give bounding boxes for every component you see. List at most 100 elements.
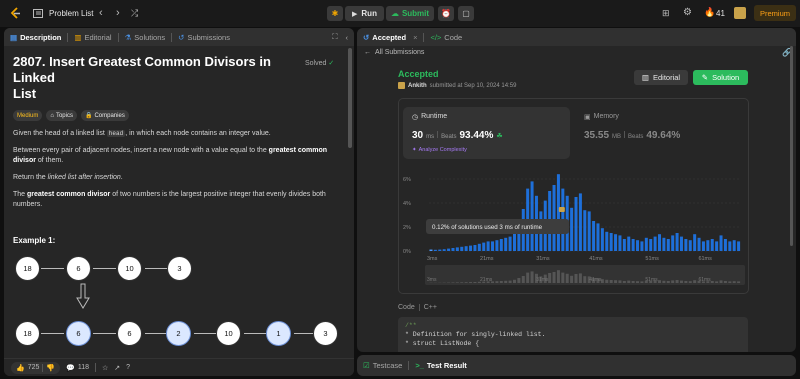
submit-button[interactable]: ☁ Submit	[386, 6, 434, 21]
list-node: 10	[216, 321, 241, 346]
leetcode-logo[interactable]	[9, 7, 21, 20]
chart-bar	[578, 193, 582, 251]
fire-icon[interactable]: 🔥	[704, 7, 715, 18]
comments-button[interactable]: 💬 118	[66, 364, 89, 372]
range-bar	[570, 275, 574, 283]
code-block[interactable]: /** * Definition for singly-linked list.…	[398, 317, 748, 352]
play-icon: ▶	[352, 10, 358, 18]
shuffle-icon[interactable]: ⤮	[131, 8, 138, 19]
note-icon: ▢	[462, 9, 470, 18]
chevron-left-icon[interactable]: ‹	[99, 7, 103, 19]
range-bar	[583, 276, 587, 283]
chart-bar	[644, 237, 648, 251]
scrollbar[interactable]	[790, 46, 793, 246]
range-tick-label: 21ms	[480, 277, 493, 283]
chart-bar	[653, 236, 657, 251]
range-bar	[618, 280, 622, 283]
chart-bar	[640, 241, 644, 251]
share-icon[interactable]: ↗	[114, 364, 120, 372]
chart-bar	[442, 249, 446, 251]
runtime-box[interactable]: ◷ Runtime 30 ms Beats 93.44% ☘ ✦ Analyze C…	[403, 107, 570, 159]
analyze-complexity-link[interactable]: ✦ Analyze Complexity	[412, 147, 467, 153]
editorial-button[interactable]: ▥ Editorial	[634, 70, 688, 85]
x-tick-label: 51ms	[645, 256, 659, 262]
run-button[interactable]: ▶ Run	[345, 6, 384, 21]
runtime-value: 30	[412, 130, 424, 141]
y-tick-label: 6%	[403, 177, 411, 183]
debug-button[interactable]: ✱	[327, 6, 343, 21]
comment-icon: 💬	[66, 364, 75, 372]
list-icon[interactable]	[33, 9, 43, 18]
chart-bar	[587, 211, 591, 251]
star-icon[interactable]: ☆	[102, 364, 108, 372]
range-bar	[521, 276, 525, 283]
range-bar	[530, 271, 534, 283]
range-bar	[710, 281, 714, 283]
solution-button[interactable]: ✎ Solution	[693, 70, 748, 85]
chart-bar	[495, 240, 499, 251]
y-tick-label: 4%	[403, 201, 411, 207]
terminal-icon: >_	[415, 361, 424, 370]
chart-bar	[477, 243, 481, 251]
tab-testcase[interactable]: ☑ Testcase	[357, 355, 408, 376]
thumbs-down-icon[interactable]: 👎	[46, 364, 55, 372]
chart-bar	[636, 240, 640, 251]
like-button[interactable]: 👍 725 👎	[11, 361, 61, 374]
range-bar	[464, 282, 468, 283]
stats-card: ◷ Runtime 30 ms Beats 93.44% ☘ ✦ Analyze C…	[398, 98, 749, 294]
range-bar	[473, 282, 477, 283]
range-bar	[469, 282, 473, 283]
all-submissions-link[interactable]: ← All Submissions	[364, 49, 424, 56]
chart-bar	[737, 241, 741, 251]
range-bar	[737, 281, 741, 283]
chart-bar	[710, 239, 714, 251]
range-bar	[662, 280, 666, 283]
chart-bar	[723, 239, 727, 251]
premium-button[interactable]: Premium	[754, 5, 796, 21]
test-panel: ☑ Testcase >_ Test Result	[357, 355, 796, 376]
clock-icon: ◷	[412, 114, 419, 121]
chart-bar	[429, 249, 433, 251]
down-arrow-icon	[76, 283, 90, 309]
edit-icon: ✎	[701, 73, 709, 82]
range-bar	[631, 281, 635, 283]
help-icon[interactable]: ?	[126, 364, 130, 371]
top-bar: Problem List ‹ › ⤮ ✱ ▶ Run ☁ Submit ⏰ ▢ …	[0, 0, 800, 27]
gear-icon[interactable]: ⚙	[683, 7, 692, 18]
chip-icon: ▣	[584, 114, 591, 121]
chart-bar	[552, 185, 556, 251]
tab-test-result[interactable]: >_ Test Result	[409, 355, 472, 376]
avatar[interactable]	[734, 7, 746, 19]
range-bar	[693, 280, 697, 283]
chart-bar	[671, 235, 675, 251]
chart-bar	[622, 239, 626, 251]
range-tick-label: 3ms	[427, 277, 437, 283]
range-bar	[451, 282, 455, 283]
chevron-right-icon[interactable]: ›	[116, 7, 120, 19]
range-bar	[574, 274, 578, 283]
chart-bar	[719, 235, 723, 251]
alarm-button[interactable]: ⏰	[438, 6, 454, 21]
memory-box[interactable]: ▣ Memory 35.55 MB Beats 49.64%	[579, 107, 739, 147]
layout-icon[interactable]: ⊞	[662, 8, 670, 19]
streak-count[interactable]: 41	[716, 9, 725, 18]
chart-bar	[679, 236, 683, 251]
tab-code[interactable]: </> Code	[424, 28, 468, 46]
runtime-beats-pct: 93.44%	[459, 130, 494, 141]
problem-list-link[interactable]: Problem List	[49, 9, 93, 18]
range-bar	[658, 280, 662, 283]
chart-bar	[666, 239, 670, 251]
runtime-distribution-chart[interactable]: 6% 4% 2% 0% 3ms 21ms 31ms 41ms 51ms 61ms 3ms 21ms 31…	[399, 161, 750, 286]
chart-bar	[618, 235, 622, 251]
chart-bar	[596, 223, 600, 251]
right-tab-bar: ↺ Accepted × </> Code	[357, 28, 796, 46]
chart-bar	[649, 239, 653, 251]
tab-accepted[interactable]: ↺ Accepted ×	[357, 28, 423, 46]
scrollbar[interactable]	[348, 48, 352, 148]
notes-button[interactable]: ▢	[458, 6, 474, 21]
chart-bar	[455, 247, 459, 251]
chart-bar	[583, 210, 587, 251]
chart-bar	[473, 245, 477, 251]
chart-bar	[556, 174, 560, 251]
close-icon[interactable]: ×	[413, 33, 417, 42]
